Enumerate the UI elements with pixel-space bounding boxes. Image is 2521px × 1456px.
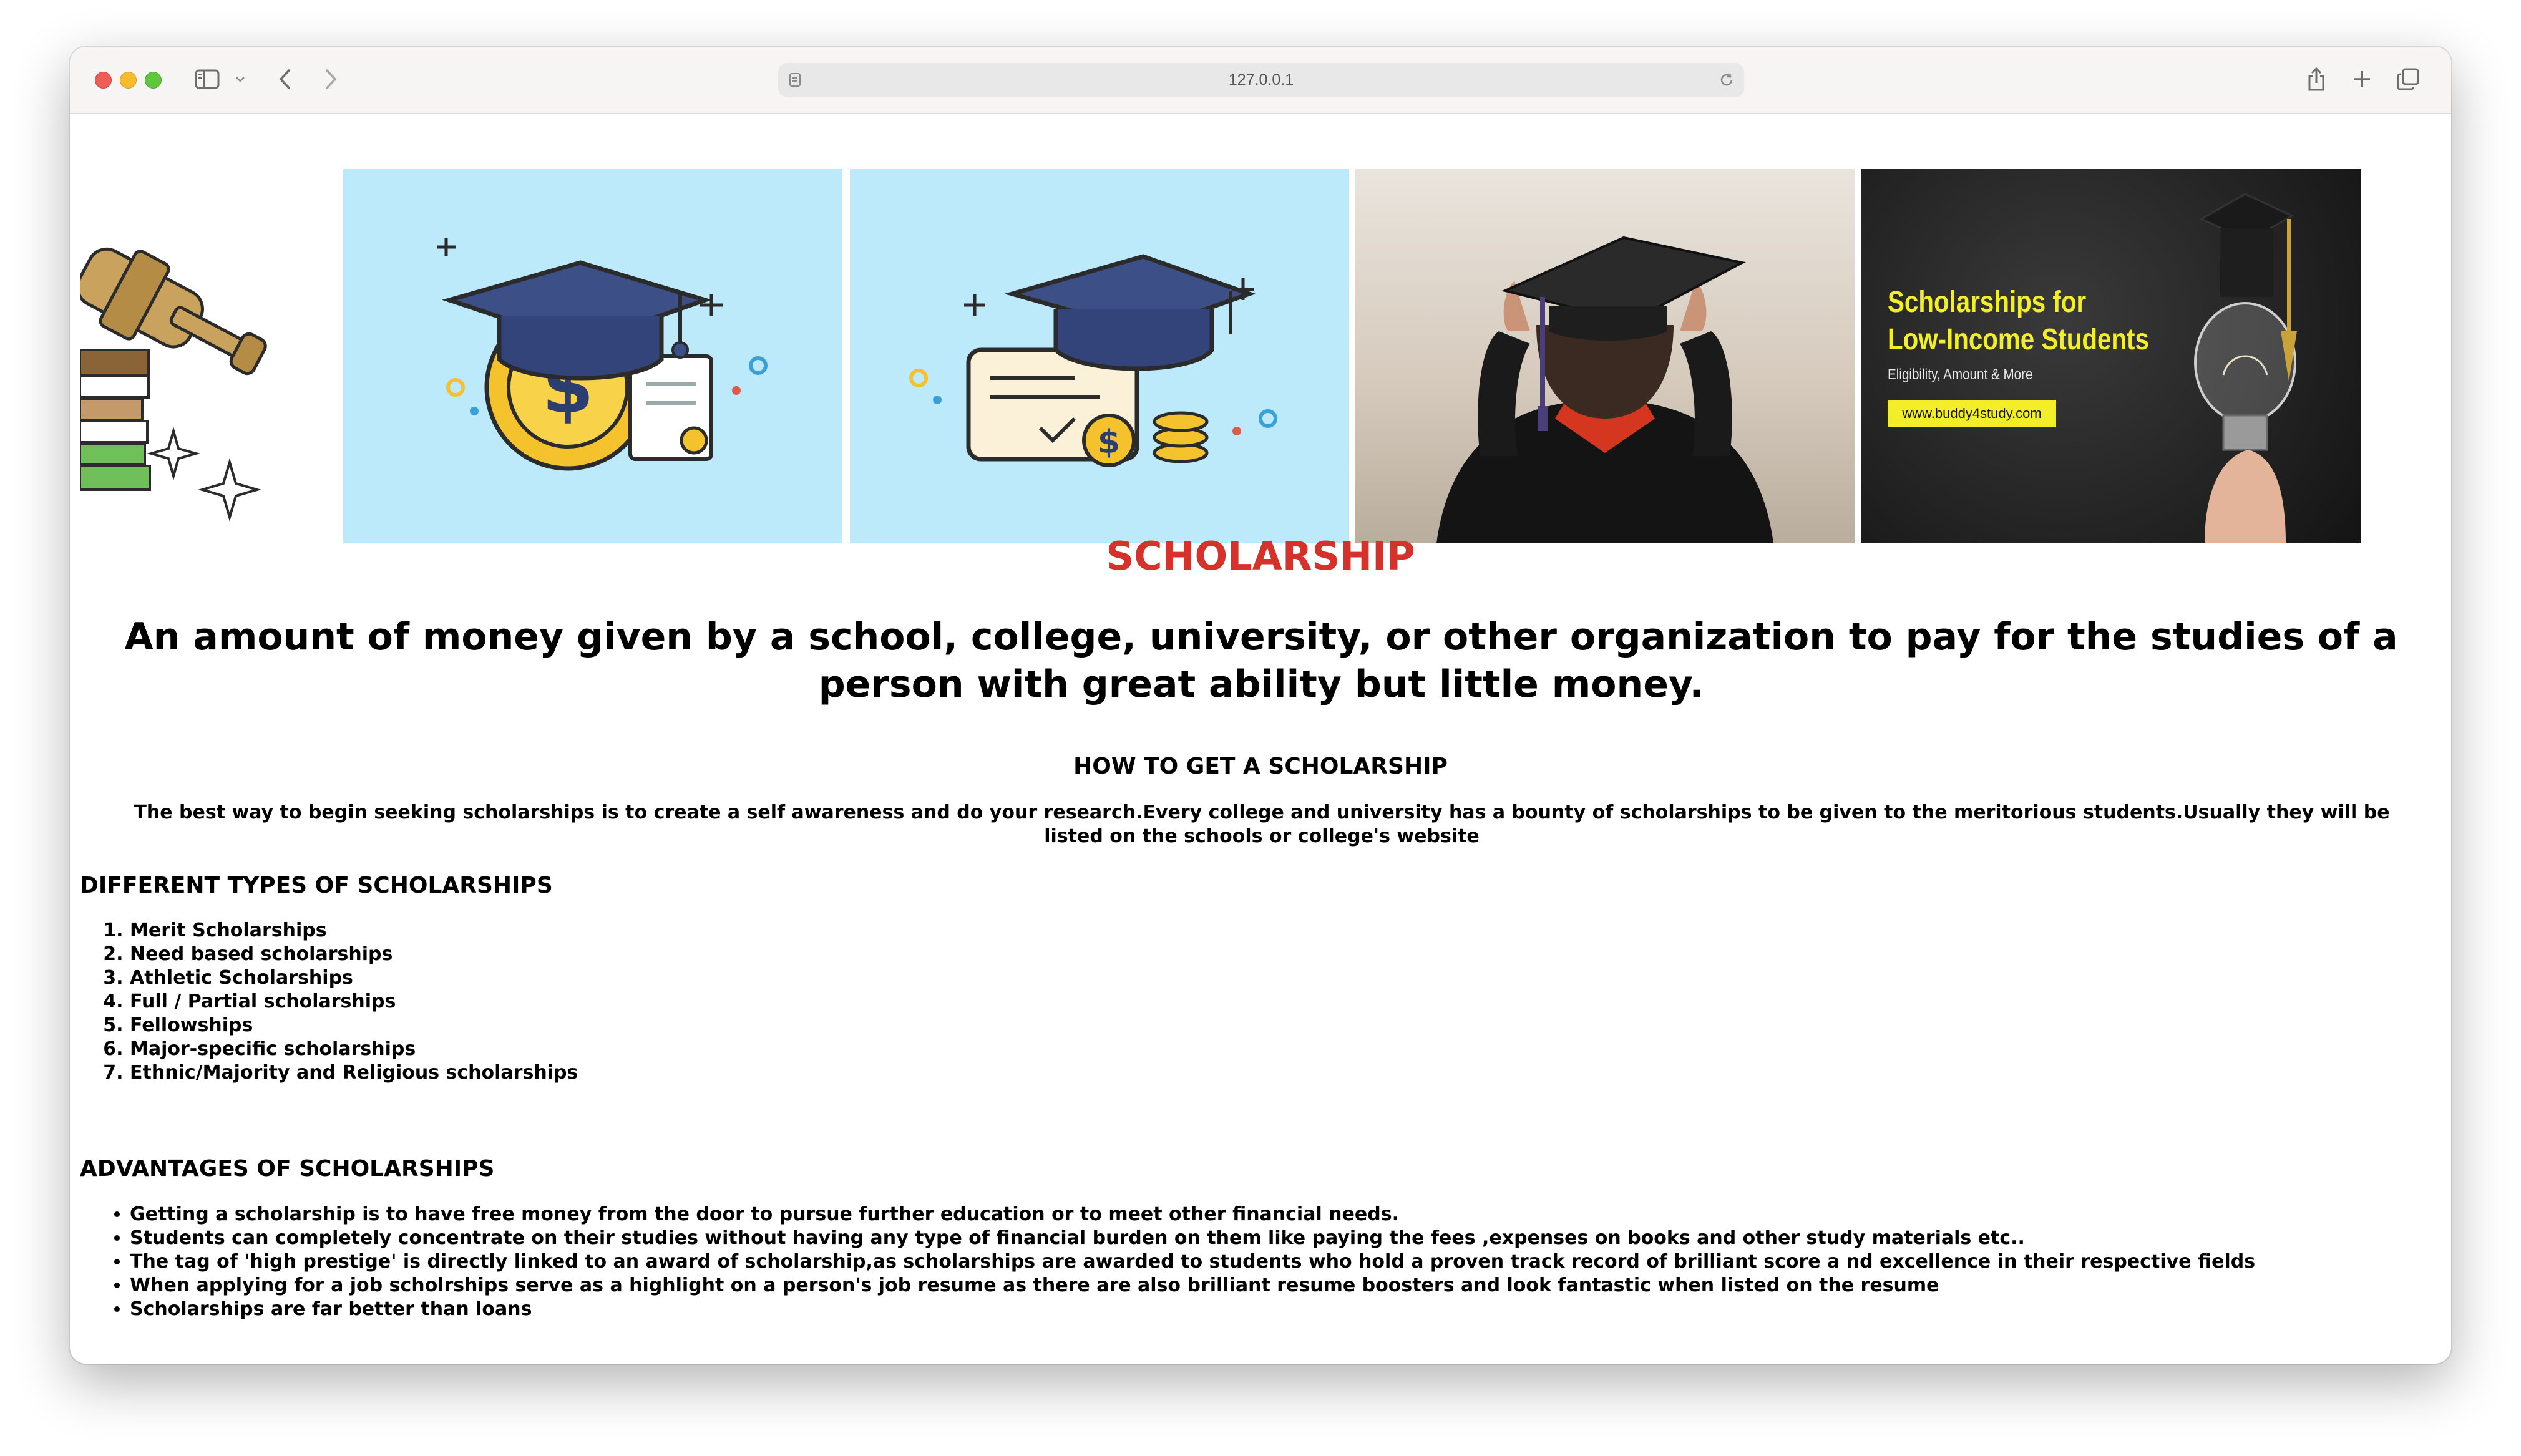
list-item: Scholarships are far better than loans bbox=[130, 1298, 2255, 1321]
list-item: The tag of 'high prestige' is directly l… bbox=[130, 1250, 2255, 1274]
list-item: Full / Partial scholarships bbox=[130, 990, 578, 1014]
maximize-window-button[interactable] bbox=[145, 72, 162, 89]
types-heading: DIFFERENT TYPES OF SCHOLARSHIPS bbox=[80, 873, 553, 898]
forward-arrow-icon[interactable] bbox=[315, 62, 346, 97]
list-item: Students can completely concentrate on t… bbox=[130, 1226, 2255, 1250]
graduation-cap-coin-icon: $ bbox=[343, 169, 842, 543]
list-item: Major-specific scholarships bbox=[130, 1037, 578, 1061]
page-title: SCHOLARSHIP bbox=[1106, 533, 1415, 579]
browser-toolbar: 127.0.0.1 bbox=[70, 47, 2451, 114]
browser-window: 127.0.0.1 $ $ Scholarships for Low-Incom… bbox=[70, 47, 2451, 1364]
new-tab-icon[interactable] bbox=[2346, 62, 2377, 97]
list-item: Getting a scholarship is to have free mo… bbox=[130, 1203, 2255, 1226]
graduation-cap-certificate-icon: $ bbox=[850, 169, 1349, 543]
image-gallery: $ $ Scholarships for Low-Income Students… bbox=[70, 169, 2451, 543]
reload-icon[interactable] bbox=[1718, 71, 1735, 91]
graduate-photo bbox=[1355, 169, 1855, 543]
gavel-books-icon bbox=[80, 169, 292, 543]
sidebar-toggle-icon[interactable] bbox=[188, 62, 226, 97]
minimize-window-button[interactable] bbox=[120, 72, 137, 89]
how-to-get-paragraph: The best way to begin seeking scholarshi… bbox=[134, 802, 2390, 847]
list-item: Fellowships bbox=[130, 1014, 578, 1037]
list-item: When applying for a job scholrships serv… bbox=[130, 1274, 2255, 1298]
address-bar[interactable]: 127.0.0.1 bbox=[778, 63, 1744, 97]
list-item: Ethnic/Majority and Religious scholarshi… bbox=[130, 1061, 578, 1085]
list-item: Need based scholarships bbox=[130, 943, 578, 966]
how-to-get-heading: HOW TO GET A SCHOLARSHIP bbox=[1073, 754, 1448, 779]
svg-text:$: $ bbox=[1098, 424, 1120, 461]
back-arrow-icon[interactable] bbox=[270, 62, 301, 97]
banner-link: www.buddy4study.com bbox=[1888, 400, 2056, 427]
page-content: $ $ Scholarships for Low-Income Students… bbox=[70, 114, 2451, 1364]
low-income-scholarship-banner: Scholarships for Low-Income Students Eli… bbox=[1861, 169, 2361, 543]
scholarship-definition: An amount of money given by a school, co… bbox=[124, 615, 2398, 706]
advantages-heading: ADVANTAGES OF SCHOLARSHIPS bbox=[80, 1156, 495, 1182]
list-item: Merit Scholarships bbox=[130, 919, 578, 943]
url-text: 127.0.0.1 bbox=[1228, 71, 1294, 89]
scholarship-types-list: Merit Scholarships Need based scholarshi… bbox=[80, 919, 578, 1085]
banner-subtitle: Eligibility, Amount & More bbox=[1888, 366, 2033, 383]
share-icon[interactable] bbox=[2301, 62, 2332, 97]
advantages-list: Getting a scholarship is to have free mo… bbox=[80, 1203, 2255, 1321]
close-window-button[interactable] bbox=[95, 72, 112, 89]
list-item: Athletic Scholarships bbox=[130, 966, 578, 990]
banner-title-line1: Scholarships for bbox=[1888, 286, 2087, 319]
tab-overview-icon[interactable] bbox=[2392, 62, 2424, 97]
chevron-down-icon[interactable] bbox=[231, 62, 250, 97]
banner-title-line2: Low-Income Students bbox=[1888, 323, 2149, 356]
